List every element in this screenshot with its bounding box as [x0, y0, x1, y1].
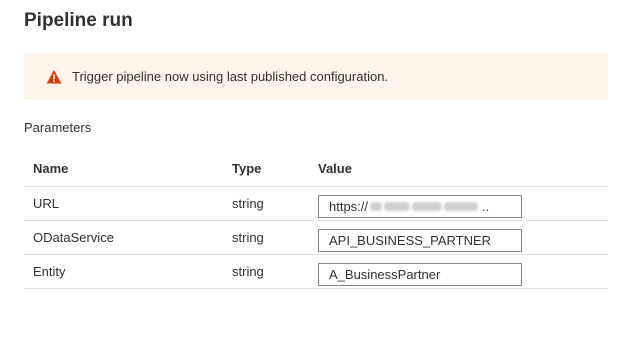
parameter-type: string [232, 264, 264, 279]
redacted-text [412, 201, 443, 211]
table-row: Entity string [24, 255, 608, 289]
warning-triangle-icon [46, 69, 62, 85]
parameter-type: string [232, 196, 264, 211]
parameter-value-cell [318, 221, 522, 254]
table-header-row: Name Type Value [24, 150, 608, 187]
column-header-value: Value [318, 160, 352, 176]
parameters-label: Parameters [24, 120, 92, 135]
redacted-text [370, 201, 383, 211]
redacted-text [444, 201, 479, 211]
column-header-type: Type [232, 160, 262, 176]
url-value-input[interactable]: https:// .. [318, 194, 522, 218]
warning-message: Trigger pipeline now using last publishe… [72, 69, 389, 84]
parameter-name: URL [33, 196, 60, 211]
parameter-type: string [232, 230, 264, 245]
url-value-text: https:// [329, 198, 369, 214]
parameter-value-cell: https:// .. [318, 187, 522, 220]
url-value-ellipsis: .. [482, 198, 490, 214]
redacted-text [384, 201, 411, 211]
parameter-name: ODataService [33, 230, 114, 245]
odataservice-value-input[interactable] [318, 228, 522, 252]
pipeline-run-panel: Pipeline run Trigger pipeline now using … [0, 0, 631, 338]
parameter-name: Entity [33, 264, 66, 279]
table-row: ODataService string [24, 221, 608, 255]
table-row: URL string https:// .. [24, 187, 608, 221]
parameter-value-cell [318, 255, 522, 288]
page-title: Pipeline run [24, 10, 133, 31]
column-header-name: Name [33, 160, 69, 176]
parameters-table: Name Type Value URL string https:// .. O… [24, 150, 608, 289]
warning-banner: Trigger pipeline now using last publishe… [24, 53, 608, 100]
entity-value-input[interactable] [318, 262, 522, 286]
